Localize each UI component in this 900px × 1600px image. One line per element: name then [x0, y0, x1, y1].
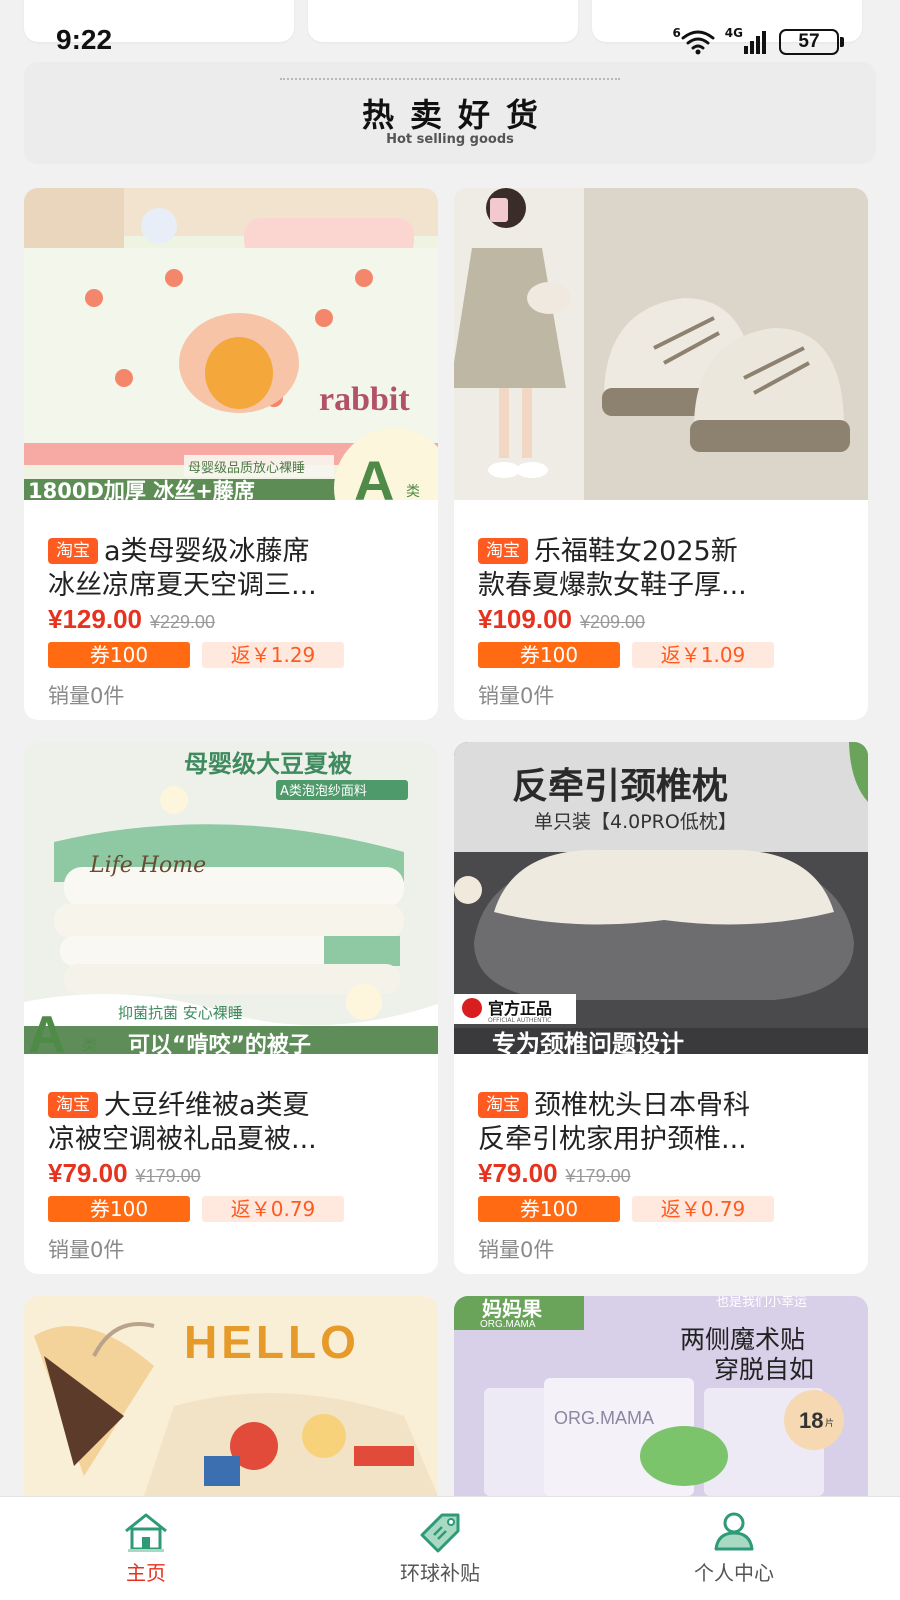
grade-letter: A: [28, 1006, 66, 1054]
image-tagline: 抑菌抗菌 安心裸睡: [118, 1004, 243, 1022]
product-card[interactable]: 淘宝 乐福鞋女2025新 款春夏爆款女鞋子厚... ¥109.00 ¥209.00…: [454, 188, 868, 720]
image-brand-text: Life Home: [89, 853, 206, 878]
product-image[interactable]: HELLO: [24, 1296, 438, 1496]
divider: [280, 78, 620, 80]
product-title-line-1[interactable]: 淘宝 a类母婴级冰藤席: [48, 534, 420, 569]
battery-icon: 57: [779, 29, 844, 55]
image-headline: 反牵引颈椎枕: [512, 766, 728, 807]
rebate-badge: 返￥1.09: [632, 642, 774, 668]
section-subtitle: Hot selling goods: [386, 132, 514, 147]
status-icons: 6 4G 57: [672, 24, 844, 60]
signal-icon: [744, 31, 766, 54]
coupon-badge[interactable]: 券100: [478, 1196, 620, 1222]
nav-label-profile: 个人中心: [694, 1561, 774, 1585]
wifi-label: 6: [672, 26, 681, 40]
status-bar: 9:22 6 4G 57: [0, 18, 900, 66]
product-title-line-1[interactable]: 淘宝 颈椎枕头日本骨科: [478, 1088, 850, 1123]
svg-text:OFFICIAL AUTHENTIC: OFFICIAL AUTHENTIC: [488, 1017, 551, 1024]
rebate-badge: 返￥1.29: [202, 642, 344, 668]
product-card[interactable]: 母婴级大豆夏被 A类泡泡纱面料 Life Home 抑菌抗菌 安心裸睡 可以“啃…: [24, 742, 438, 1274]
image-caption: 1800D加厚 冰丝+藤席: [28, 479, 255, 500]
sales-count: 销量0件: [48, 684, 125, 708]
image-tagline: 母婴级品质放心裸睡: [188, 461, 305, 476]
nav-item-profile[interactable]: 个人中心: [644, 1509, 824, 1586]
sales-count: 销量0件: [478, 684, 555, 708]
nav-label-subsidy: 环球补贴: [400, 1561, 480, 1585]
original-price: ¥229.00: [149, 612, 216, 632]
svg-text:ORG.MAMA: ORG.MAMA: [554, 1408, 654, 1428]
taobao-badge: 淘宝: [48, 538, 98, 564]
product-title-line-1[interactable]: 淘宝 大豆纤维被a类夏: [48, 1088, 420, 1123]
price-row: ¥79.00 ¥179.00: [48, 1158, 201, 1189]
brand-logo-text: 妈妈果: [482, 1297, 542, 1321]
nav-item-subsidy[interactable]: 环球补贴: [350, 1509, 530, 1586]
price: ¥79.00: [478, 1158, 558, 1188]
price-row: ¥129.00 ¥229.00: [48, 604, 215, 635]
product-card[interactable]: 反牵引颈椎枕 单只装【4.0PRO低枕】 官方正品 OFFICIAL AUTHE…: [454, 742, 868, 1274]
product-title-line-2[interactable]: 款春夏爆款女鞋子厚...: [478, 568, 850, 603]
section-title: 热卖好货: [361, 96, 554, 134]
rebate-badge: 返￥0.79: [632, 1196, 774, 1222]
product-title-line-2[interactable]: 冰丝凉席夏天空调三...: [48, 568, 420, 603]
price-row: ¥109.00 ¥209.00: [478, 604, 645, 635]
product-card[interactable]: HELLO: [24, 1296, 438, 1496]
pack-count: 18: [799, 1408, 823, 1433]
home-icon: [125, 1513, 167, 1552]
svg-text:也是我们小幸运: 也是我们小幸运: [716, 1296, 807, 1310]
battery-level: 57: [779, 29, 839, 55]
clock: 9:22: [56, 24, 113, 55]
taobao-badge: 淘宝: [48, 1092, 98, 1118]
image-headline: 两侧魔术贴: [680, 1325, 805, 1354]
svg-text:类: 类: [82, 1036, 97, 1054]
product-image[interactable]: 反牵引颈椎枕 单只装【4.0PRO低枕】 官方正品 OFFICIAL AUTHE…: [454, 742, 868, 1054]
nav-item-home[interactable]: 主页: [56, 1509, 236, 1586]
original-price: ¥179.00: [565, 1166, 631, 1186]
image-headline: HELLO: [184, 1316, 360, 1368]
product-title-line-2[interactable]: 反牵引枕家用护颈椎...: [478, 1122, 850, 1157]
image-subheadline: 穿脱自如: [714, 1355, 814, 1384]
price-row: ¥79.00 ¥179.00: [478, 1158, 631, 1189]
bottom-nav: 主页 环球补贴 个人中心: [0, 1496, 900, 1600]
price-tag-icon: [420, 1513, 460, 1553]
product-image[interactable]: 妈妈果 ORG.MAMA 也是我们小幸运 两侧魔术贴 穿脱自如 ORG.MAMA…: [454, 1296, 868, 1496]
product-title-line-1[interactable]: 淘宝 乐福鞋女2025新: [478, 534, 850, 569]
svg-text:类: 类: [406, 484, 420, 500]
section-header: 热卖好货 Hot selling goods: [24, 62, 876, 164]
image-subheadline: A类泡泡纱面料: [280, 784, 367, 799]
original-price: ¥179.00: [135, 1166, 201, 1186]
product-title-line-2[interactable]: 凉被空调被礼品夏被...: [48, 1122, 420, 1157]
price: ¥109.00: [478, 604, 572, 634]
image-caption: 专为颈椎问题设计: [492, 1030, 684, 1054]
rebate-badge: 返￥0.79: [202, 1196, 344, 1222]
taobao-badge: 淘宝: [478, 1092, 528, 1118]
product-image[interactable]: [454, 188, 868, 500]
original-price: ¥209.00: [579, 612, 646, 632]
product-card[interactable]: 妈妈果 ORG.MAMA 也是我们小幸运 两侧魔术贴 穿脱自如 ORG.MAMA…: [454, 1296, 868, 1496]
price: ¥129.00: [48, 604, 142, 634]
image-caption: 可以“啃咬”的被子: [128, 1032, 311, 1054]
authentic-label: 官方正品: [488, 999, 552, 1018]
user-icon: [714, 1512, 754, 1551]
svg-text:片: 片: [825, 1417, 834, 1429]
image-brand-text: rabbit: [319, 381, 410, 418]
coupon-badge[interactable]: 券100: [48, 642, 190, 668]
coupon-badge[interactable]: 券100: [478, 642, 620, 668]
sales-count: 销量0件: [48, 1238, 125, 1262]
product-image[interactable]: rabbit 1800D加厚 冰丝+藤席 母婴级品质放心裸睡 A 类: [24, 188, 438, 500]
wifi-icon: [681, 30, 715, 55]
sales-count: 销量0件: [478, 1238, 555, 1262]
image-subheadline: 单只装【4.0PRO低枕】: [534, 811, 737, 833]
image-headline: 母婴级大豆夏被: [184, 750, 352, 778]
coupon-badge[interactable]: 券100: [48, 1196, 190, 1222]
nav-label-home: 主页: [126, 1561, 166, 1585]
svg-text:ORG.MAMA: ORG.MAMA: [480, 1319, 536, 1330]
grade-letter: A: [354, 449, 394, 500]
product-card[interactable]: rabbit 1800D加厚 冰丝+藤席 母婴级品质放心裸睡 A 类 淘宝 a类母…: [24, 188, 438, 720]
product-image[interactable]: 母婴级大豆夏被 A类泡泡纱面料 Life Home 抑菌抗菌 安心裸睡 可以“啃…: [24, 742, 438, 1054]
taobao-badge: 淘宝: [478, 538, 528, 564]
price: ¥79.00: [48, 1158, 128, 1188]
network-label: 4G: [724, 26, 743, 40]
